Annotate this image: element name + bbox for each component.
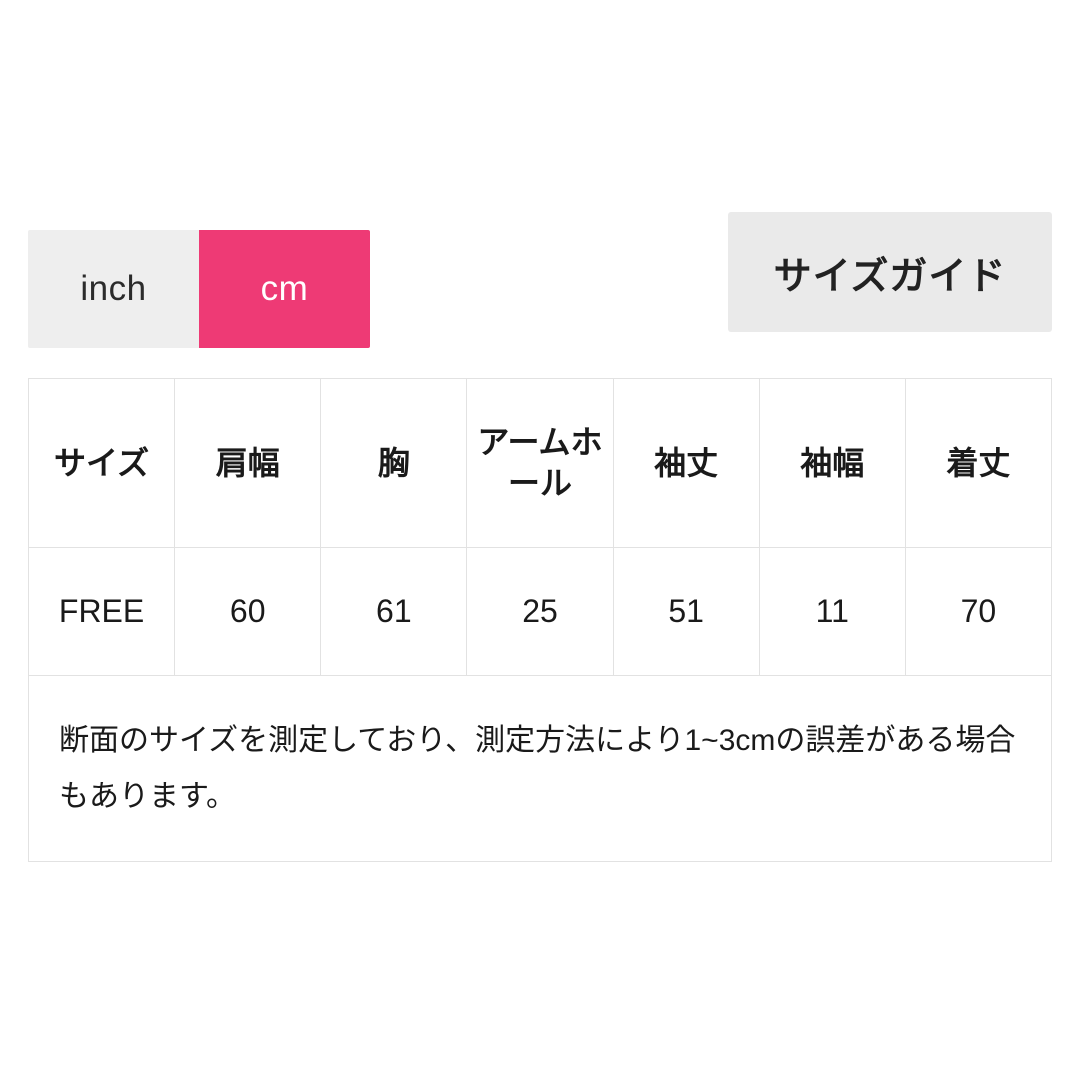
unit-toggle-cm[interactable]: cm — [199, 230, 370, 348]
size-guide-title: サイズガイド — [773, 255, 1007, 298]
measurement-note: 断面のサイズを測定しており、測定方法により1~3cmの誤差がある場合もあります。 — [28, 675, 1052, 862]
column-header-sleeve-width: 袖幅 — [758, 378, 906, 548]
column-header-sleeve-length: 袖丈 — [612, 378, 760, 548]
column-header-size: サイズ — [27, 378, 176, 548]
cell-total-length: 70 — [904, 547, 1053, 676]
unit-toggle-inch[interactable]: inch — [28, 230, 199, 348]
cell-sleeve-width: 11 — [758, 547, 906, 676]
table-header-row: サイズ 肩幅 胸 アームホール 袖丈 袖幅 着丈 — [27, 378, 1053, 548]
size-table-body: FREE 60 61 25 51 11 70 断面のサイズを測定しており、測定方… — [27, 547, 1053, 862]
cell-armhole: 25 — [466, 547, 614, 676]
top-control-strip: inch cm サイズガイド — [28, 212, 1052, 352]
cell-shoulder: 60 — [174, 547, 322, 676]
table-note-row: 断面のサイズを測定しており、測定方法により1~3cmの誤差がある場合もあります。 — [28, 675, 1052, 862]
cell-chest: 61 — [320, 547, 468, 676]
column-header-total-length: 着丈 — [904, 378, 1053, 548]
column-header-chest: 胸 — [320, 378, 468, 548]
size-guide-page: inch cm サイズガイド サイズ 肩幅 胸 アームホール 袖丈 袖幅 着丈 … — [0, 0, 1080, 1080]
column-header-armhole: アームホール — [466, 378, 614, 548]
unit-toggle-group[interactable]: inch cm — [28, 230, 370, 348]
table-row: FREE 60 61 25 51 11 70 — [27, 547, 1053, 676]
size-table: サイズ 肩幅 胸 アームホール 袖丈 袖幅 着丈 FREE 60 61 25 5… — [27, 378, 1053, 862]
column-header-shoulder: 肩幅 — [174, 378, 322, 548]
size-table-head: サイズ 肩幅 胸 アームホール 袖丈 袖幅 着丈 — [27, 378, 1053, 548]
cell-size: FREE — [27, 547, 176, 676]
cell-sleeve-length: 51 — [612, 547, 760, 676]
size-guide-title-box: サイズガイド — [728, 212, 1052, 332]
